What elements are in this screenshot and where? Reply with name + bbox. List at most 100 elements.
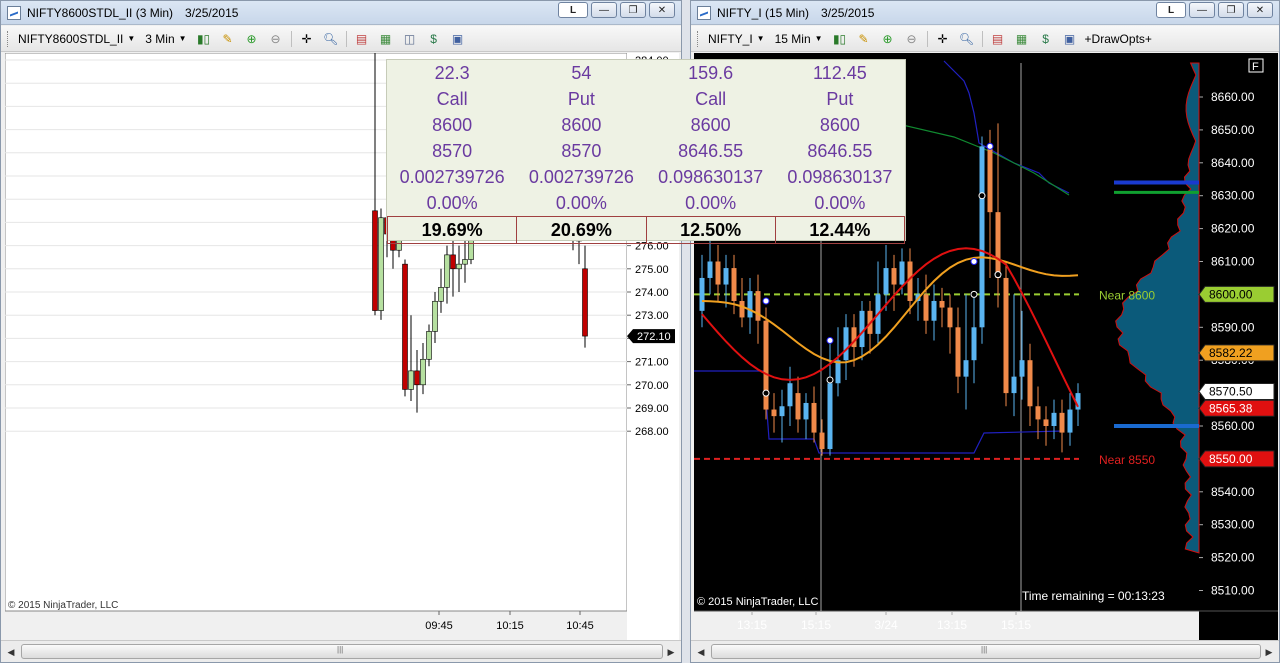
candle-body: [771, 409, 777, 417]
strategies-icon[interactable]: ▦: [1013, 31, 1031, 47]
options-cell: 112.45: [813, 63, 867, 83]
options-cell: Put: [567, 89, 595, 109]
candle-body: [787, 383, 793, 407]
link-button[interactable]: L: [558, 2, 588, 18]
minimize-button[interactable]: —: [591, 2, 617, 18]
magnifier-icon[interactable]: 🔍︎: [958, 31, 976, 47]
data-box-icon[interactable]: ▣: [1061, 31, 1079, 47]
candle-body: [747, 291, 753, 318]
interval-selector[interactable]: 3 Min ▼: [143, 32, 188, 46]
bar-type-icon[interactable]: ▮▯: [195, 31, 213, 47]
chart-properties-icon[interactable]: ◫: [401, 31, 419, 47]
candle-body: [995, 212, 1001, 278]
candle-body: [827, 383, 833, 450]
drawopts-button[interactable]: +DrawOpts+: [1085, 32, 1152, 46]
left-titlebar[interactable]: NIFTY8600STDL_II (3 Min) 3/25/2015 L — ❐…: [1, 1, 681, 25]
scroll-left-icon[interactable]: ◀: [693, 644, 709, 660]
options-cell: 8570: [561, 141, 602, 161]
pencil-icon[interactable]: ✎: [855, 31, 873, 47]
copyright-text: © 2015 NinjaTrader, LLC: [8, 600, 118, 611]
zoom-out-icon[interactable]: ⊖: [903, 31, 921, 47]
chevron-down-icon: ▼: [178, 34, 187, 43]
chevron-down-icon: ▼: [127, 34, 136, 43]
candle-body: [819, 432, 825, 450]
candle-body: [931, 300, 937, 321]
options-cell: 0.00%: [555, 193, 607, 213]
left-window-title: NIFTY8600STDL_II (3 Min): [27, 5, 174, 20]
instrument-selector[interactable]: NIFTY_I ▼: [706, 32, 767, 46]
pencil-icon[interactable]: ✎: [219, 31, 237, 47]
scroll-grip-icon: |||: [981, 645, 988, 654]
restore-button[interactable]: ❐: [1218, 2, 1244, 18]
candle-body: [582, 268, 588, 337]
time-remaining-text: Time remaining = 00:13:23: [1022, 589, 1165, 603]
options-cell: 0.00%: [426, 193, 478, 213]
near-lower-label: Near 8550: [1099, 453, 1155, 467]
toolbar-separator: [926, 30, 928, 47]
scroll-right-icon[interactable]: ▶: [1261, 644, 1277, 660]
signal-dot-marker: [978, 192, 986, 200]
candle-body: [803, 402, 809, 420]
close-button[interactable]: ✕: [649, 2, 675, 18]
left-window-date: 3/25/2015: [185, 5, 239, 20]
price-label: 270.00: [635, 380, 669, 392]
implied-volatility-cell: 19.69%: [386, 216, 518, 244]
data-box-icon[interactable]: ▣: [449, 31, 467, 47]
signal-dot-marker: [826, 336, 834, 344]
right-horizontal-scrollbar[interactable]: ◀ ||| ▶: [691, 640, 1279, 662]
crosshair-icon[interactable]: ✛: [298, 31, 316, 47]
candle-body: [402, 263, 408, 390]
scroll-right-icon[interactable]: ▶: [663, 644, 679, 660]
time-label: 15:15: [801, 618, 831, 632]
candle-body: [723, 268, 729, 285]
price-label: 8640.00: [1211, 156, 1255, 170]
candle-body: [971, 327, 977, 361]
candle-body: [414, 370, 420, 386]
indicators-icon[interactable]: ▤: [353, 31, 371, 47]
close-button[interactable]: ✕: [1247, 2, 1273, 18]
candle-body: [372, 210, 378, 311]
signal-dot-marker: [986, 142, 994, 150]
price-label: 8650.00: [1211, 123, 1255, 137]
magnifier-icon[interactable]: 🔍︎: [322, 31, 340, 47]
options-cell: 0.00%: [685, 193, 737, 213]
options-row: 8600 8600 8600 8600: [388, 112, 905, 138]
near-upper-label: Near 8600: [1099, 288, 1155, 302]
interval-selector[interactable]: 15 Min ▼: [773, 32, 825, 46]
candle-body: [843, 327, 849, 361]
candle-body: [420, 358, 426, 386]
indicators-icon[interactable]: ▤: [989, 31, 1007, 47]
price-label: 8560.00: [1211, 419, 1255, 433]
minimize-button[interactable]: —: [1189, 2, 1215, 18]
options-cell: 159.6: [688, 63, 734, 83]
candle-body: [963, 360, 969, 377]
candle-body: [987, 146, 993, 213]
right-titlebar[interactable]: NIFTY_I (15 Min) 3/25/2015 L — ❐ ✕: [691, 1, 1279, 25]
options-cell: 8600: [561, 115, 602, 135]
options-cell: 22.3: [434, 63, 470, 83]
candle-body: [1067, 409, 1073, 433]
options-cell: 8646.55: [807, 141, 873, 161]
signal-dot-marker: [762, 389, 770, 397]
dollar-icon[interactable]: $: [425, 31, 443, 47]
zoom-in-icon[interactable]: ⊕: [243, 31, 261, 47]
bar-type-icon[interactable]: ▮▯: [831, 31, 849, 47]
candle-body: [947, 307, 953, 328]
link-button[interactable]: L: [1156, 2, 1186, 18]
price-label: 8610.00: [1211, 255, 1255, 269]
scroll-left-icon[interactable]: ◀: [3, 644, 19, 660]
left-horizontal-scrollbar[interactable]: ◀ ||| ▶: [1, 640, 681, 662]
f-corner-label: F: [1252, 61, 1259, 73]
strategies-icon[interactable]: ▦: [377, 31, 395, 47]
candle-body: [715, 261, 721, 285]
candle-body: [456, 263, 462, 270]
zoom-out-icon[interactable]: ⊖: [267, 31, 285, 47]
candle-body: [1059, 412, 1065, 433]
zoom-in-icon[interactable]: ⊕: [879, 31, 897, 47]
candle-body: [811, 402, 817, 433]
restore-button[interactable]: ❐: [620, 2, 646, 18]
crosshair-icon[interactable]: ✛: [934, 31, 952, 47]
dollar-icon[interactable]: $: [1037, 31, 1055, 47]
instrument-selector[interactable]: NIFTY8600STDL_II ▼: [16, 32, 137, 46]
price-label: 8530.00: [1211, 518, 1255, 532]
